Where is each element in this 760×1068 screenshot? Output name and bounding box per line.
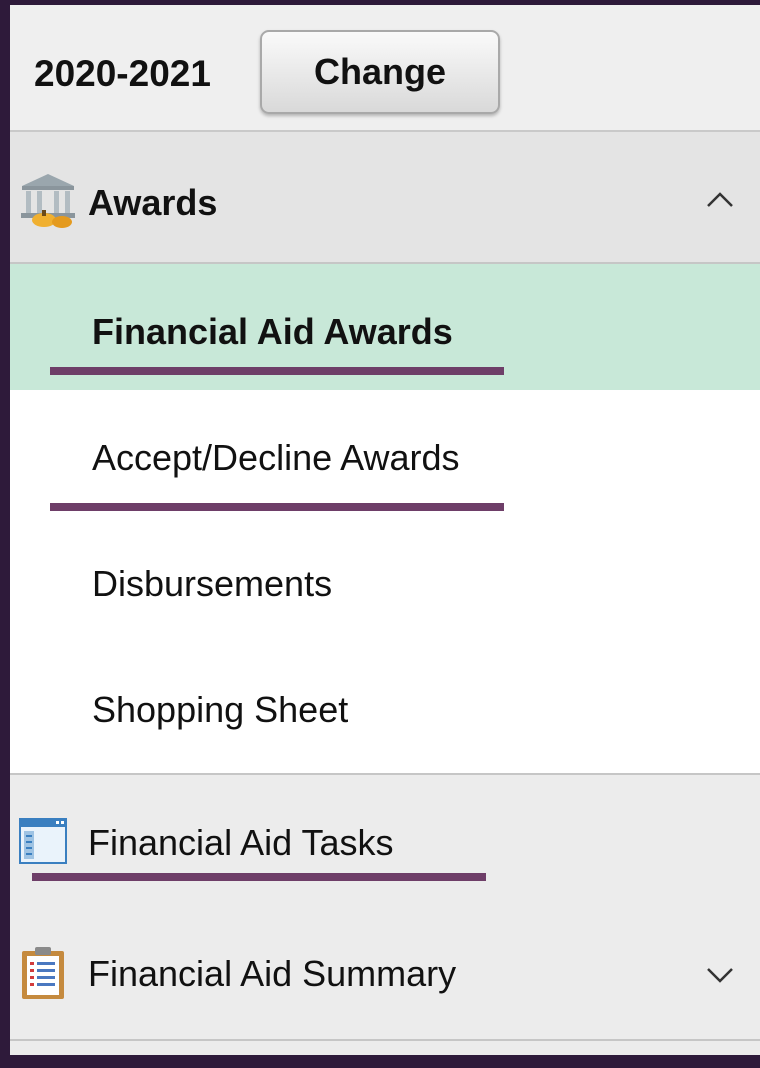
financial-aid-summary-section[interactable]: Financial Aid Summary xyxy=(10,907,760,1041)
chevron-down-icon[interactable] xyxy=(700,959,740,989)
nav-item-label: Accept/Decline Awards xyxy=(92,437,460,478)
window-list-icon xyxy=(18,815,68,870)
nav-item-label: Disbursements xyxy=(92,563,333,604)
nav-item-label: Financial Aid Awards xyxy=(92,311,453,352)
awards-section-header[interactable]: Awards xyxy=(10,132,760,264)
bank-icon xyxy=(18,172,80,233)
financial-aid-tasks-label: Financial Aid Tasks xyxy=(88,822,394,863)
financial-aid-nav-panel: 2020-2021 Change Awards Financial Aid Aw… xyxy=(10,5,760,1055)
awards-section-label: Awards xyxy=(88,182,218,223)
aid-year-label: 2020-2021 xyxy=(34,53,211,94)
chevron-up-icon[interactable] xyxy=(700,184,740,214)
aid-year-row: 2020-2021 Change xyxy=(10,5,760,132)
clipboard-icon xyxy=(18,945,68,1006)
financial-aid-summary-label: Financial Aid Summary xyxy=(88,953,457,994)
change-aid-year-button[interactable]: Change xyxy=(260,30,500,114)
financial-aid-tasks-section[interactable]: Financial Aid Tasks xyxy=(10,773,760,909)
nav-item-disbursements[interactable]: Disbursements xyxy=(10,516,760,642)
highlight-underline xyxy=(32,873,486,881)
highlight-underline xyxy=(50,367,504,375)
nav-item-shopping-sheet[interactable]: Shopping Sheet xyxy=(10,642,760,773)
nav-item-accept-decline-awards[interactable]: Accept/Decline Awards xyxy=(10,390,760,516)
next-section-edge xyxy=(10,1041,760,1055)
nav-item-label: Shopping Sheet xyxy=(92,689,349,730)
highlight-underline xyxy=(50,503,504,511)
